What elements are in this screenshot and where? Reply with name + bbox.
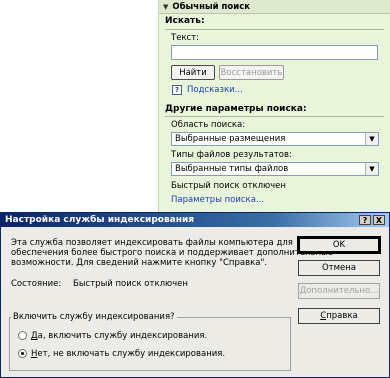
collapse-triangle-icon[interactable]: ▼ xyxy=(163,3,168,11)
radio-enable-indexing[interactable] xyxy=(18,331,27,340)
label-text: ет, не включать службу индексирования. xyxy=(37,349,226,359)
pane-title-bar[interactable]: ▼ Обычный поиск xyxy=(159,0,390,14)
file-types-label: Типы файлов результатов: xyxy=(171,150,292,160)
pane-title: Обычный поиск xyxy=(172,1,251,12)
file-types-select[interactable]: Выбранные типы файлов ▼ xyxy=(171,162,379,176)
divider xyxy=(165,29,384,30)
search-text-input[interactable] xyxy=(171,45,378,60)
other-params-header: Другие параметры поиска: xyxy=(165,104,307,114)
chevron-down-icon[interactable]: ▼ xyxy=(365,163,378,175)
label-text: а, включить службу индексирования. xyxy=(37,331,208,341)
description-line-3: возможности. Для сведений нажмите кнопку… xyxy=(11,258,268,268)
indexing-service-dialog: Настройка службы индексирования ? X Эта … xyxy=(0,212,390,378)
find-button[interactable]: Найти xyxy=(171,65,215,80)
search-scope-select[interactable]: Выбранные размещения ▼ xyxy=(171,132,379,146)
file-types-value: Выбранные типы файлов xyxy=(175,164,289,174)
ok-button[interactable]: OK xyxy=(297,236,381,254)
description-line-1: Эта служба позволяет индексировать файлы… xyxy=(11,238,293,248)
search-scope-value: Выбранные размещения xyxy=(175,134,286,144)
help-question-icon: ? xyxy=(172,85,182,95)
enable-indexing-group xyxy=(9,317,291,371)
help-button[interactable]: Справка xyxy=(298,308,380,324)
radio-disable-indexing[interactable] xyxy=(18,349,27,358)
text-label: Текст: xyxy=(171,33,200,43)
dialog-title: Настройка службы индексирования xyxy=(5,215,195,225)
search-scope-label: Область поиска: xyxy=(171,120,246,130)
radio-enable-label[interactable]: Да, включить службу индексирования. xyxy=(31,331,207,341)
search-section-header: Искать: xyxy=(165,16,205,26)
hints-link[interactable]: Подсказки... xyxy=(187,85,243,95)
advanced-button[interactable]: Дополнительно... xyxy=(298,283,380,299)
status-value: Быстрый поиск отключен xyxy=(73,279,188,289)
close-button[interactable]: X xyxy=(373,215,385,225)
dialog-title-bar[interactable]: Настройка службы индексирования ? X xyxy=(1,213,389,227)
radio-disable-label[interactable]: Нет, не включать службу индексирования. xyxy=(31,349,225,359)
group-caption: Включить службу индексирования? xyxy=(11,312,177,322)
basic-search-pane: ▼ Обычный поиск Искать: Текст: Найти Вос… xyxy=(158,0,390,212)
access-key: Д xyxy=(31,331,38,341)
search-params-link[interactable]: Параметры поиска... xyxy=(171,195,264,205)
help-caption-button[interactable]: ? xyxy=(359,215,371,225)
divider xyxy=(165,116,384,117)
cancel-button[interactable]: Отмена xyxy=(298,260,380,276)
label-text: правка xyxy=(326,311,358,321)
fast-search-status: Быстрый поиск отключен xyxy=(171,181,286,191)
chevron-down-icon[interactable]: ▼ xyxy=(365,133,378,145)
description-line-2: обеспечения более быстрого поиска и подд… xyxy=(11,248,333,258)
restore-button[interactable]: Восстановить xyxy=(219,65,284,80)
status-label: Состояние: xyxy=(11,279,62,289)
